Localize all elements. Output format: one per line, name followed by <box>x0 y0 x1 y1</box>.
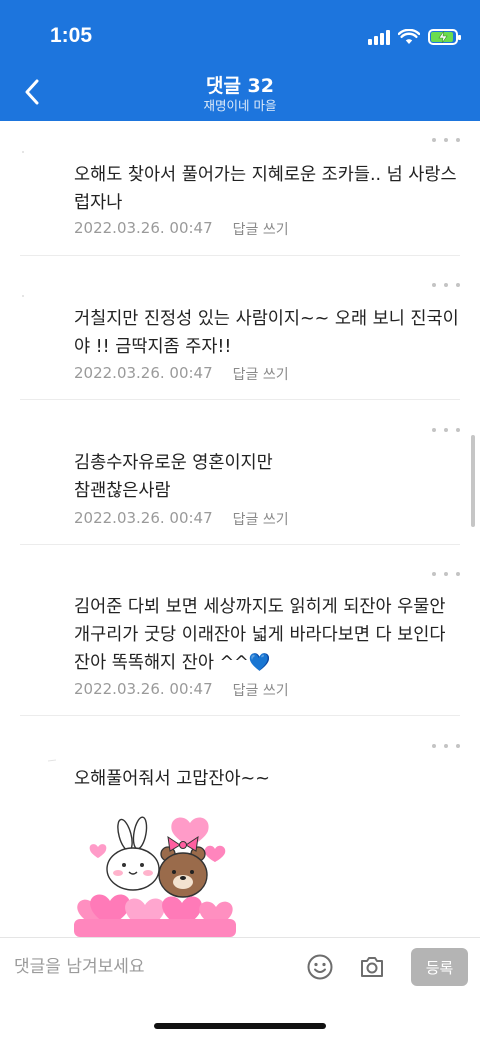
avatar[interactable] <box>20 149 60 189</box>
status-time: 1:05 <box>50 24 93 47</box>
battery-icon <box>428 29 461 45</box>
status-icons <box>368 27 461 47</box>
sticker-image <box>70 809 240 937</box>
divider <box>20 399 460 400</box>
comment-meta: 2022.03.26. 00:47 답글 쓰기 <box>74 509 289 529</box>
avatar[interactable] <box>20 293 60 333</box>
reply-button[interactable]: 답글 쓰기 <box>233 509 289 529</box>
camera-button[interactable] <box>358 953 386 981</box>
comment-more-button[interactable] <box>432 278 460 292</box>
page-title: 댓글 32 <box>205 75 274 97</box>
comment-text: 김총수자유로운 영혼이지만 참괜찮은사람 <box>74 453 273 501</box>
reply-button[interactable]: 답글 쓰기 <box>233 364 289 384</box>
emoji-button[interactable] <box>306 953 334 981</box>
signal-icon <box>368 29 390 45</box>
divider <box>20 255 460 256</box>
comment-meta: 2022.03.26. 00:47 답글 쓰기 <box>74 364 289 384</box>
avatar[interactable] <box>20 583 60 623</box>
comment-list[interactable]: 오해도 찾아서 풀어가는 지혜로운 조카들.. 넘 사랑스럽자나 2022.03… <box>0 121 480 937</box>
comment-more-button[interactable] <box>432 423 460 437</box>
comment-text: 거칠지만 진정성 있는 사람이지~~ 오래 보니 진국이야 !! 금딱지좀 주자… <box>74 309 459 357</box>
page-subtitle: 재명이네 마을 <box>203 98 277 113</box>
home-indicator <box>154 1023 326 1029</box>
comment-text: 오해도 찾아서 풀어가는 지혜로운 조카들.. 넘 사랑스럽자나 <box>74 165 457 213</box>
comment-date: 2022.03.26. 00:47 <box>74 219 213 237</box>
comment-input-bar: 등록 <box>0 937 480 1038</box>
divider <box>20 544 460 545</box>
wifi-icon <box>398 29 420 44</box>
divider <box>20 715 460 716</box>
submit-button[interactable]: 등록 <box>411 948 468 986</box>
reply-button[interactable]: 답글 쓰기 <box>233 219 289 239</box>
comment-date: 2022.03.26. 00:47 <box>74 680 213 698</box>
scrollbar[interactable] <box>471 435 475 527</box>
camera-icon <box>361 957 383 977</box>
comment-more-button[interactable] <box>432 739 460 753</box>
avatar[interactable] <box>20 757 60 797</box>
avatar[interactable] <box>20 439 60 479</box>
comment-input[interactable] <box>14 952 284 982</box>
comment-more-button[interactable] <box>432 133 460 147</box>
smiley-icon <box>307 954 333 980</box>
comment-text: 오해풀어줘서 고맙잔아~~ <box>74 769 270 789</box>
reply-button[interactable]: 답글 쓰기 <box>233 680 289 700</box>
comment-date: 2022.03.26. 00:47 <box>74 364 213 382</box>
comment-meta: 2022.03.26. 00:47 답글 쓰기 <box>74 219 289 239</box>
header: 1:05 댓글 32 재명이네 마을 <box>0 0 480 121</box>
comment-more-button[interactable] <box>432 567 460 581</box>
comment-date: 2022.03.26. 00:47 <box>74 509 213 527</box>
comment-meta: 2022.03.26. 00:47 답글 쓰기 <box>74 680 289 700</box>
comment-text: 김어준 다뵈 보면 세상까지도 읽히게 되잔아 우물안 개구리가 굿당 이래잔아… <box>74 597 446 673</box>
